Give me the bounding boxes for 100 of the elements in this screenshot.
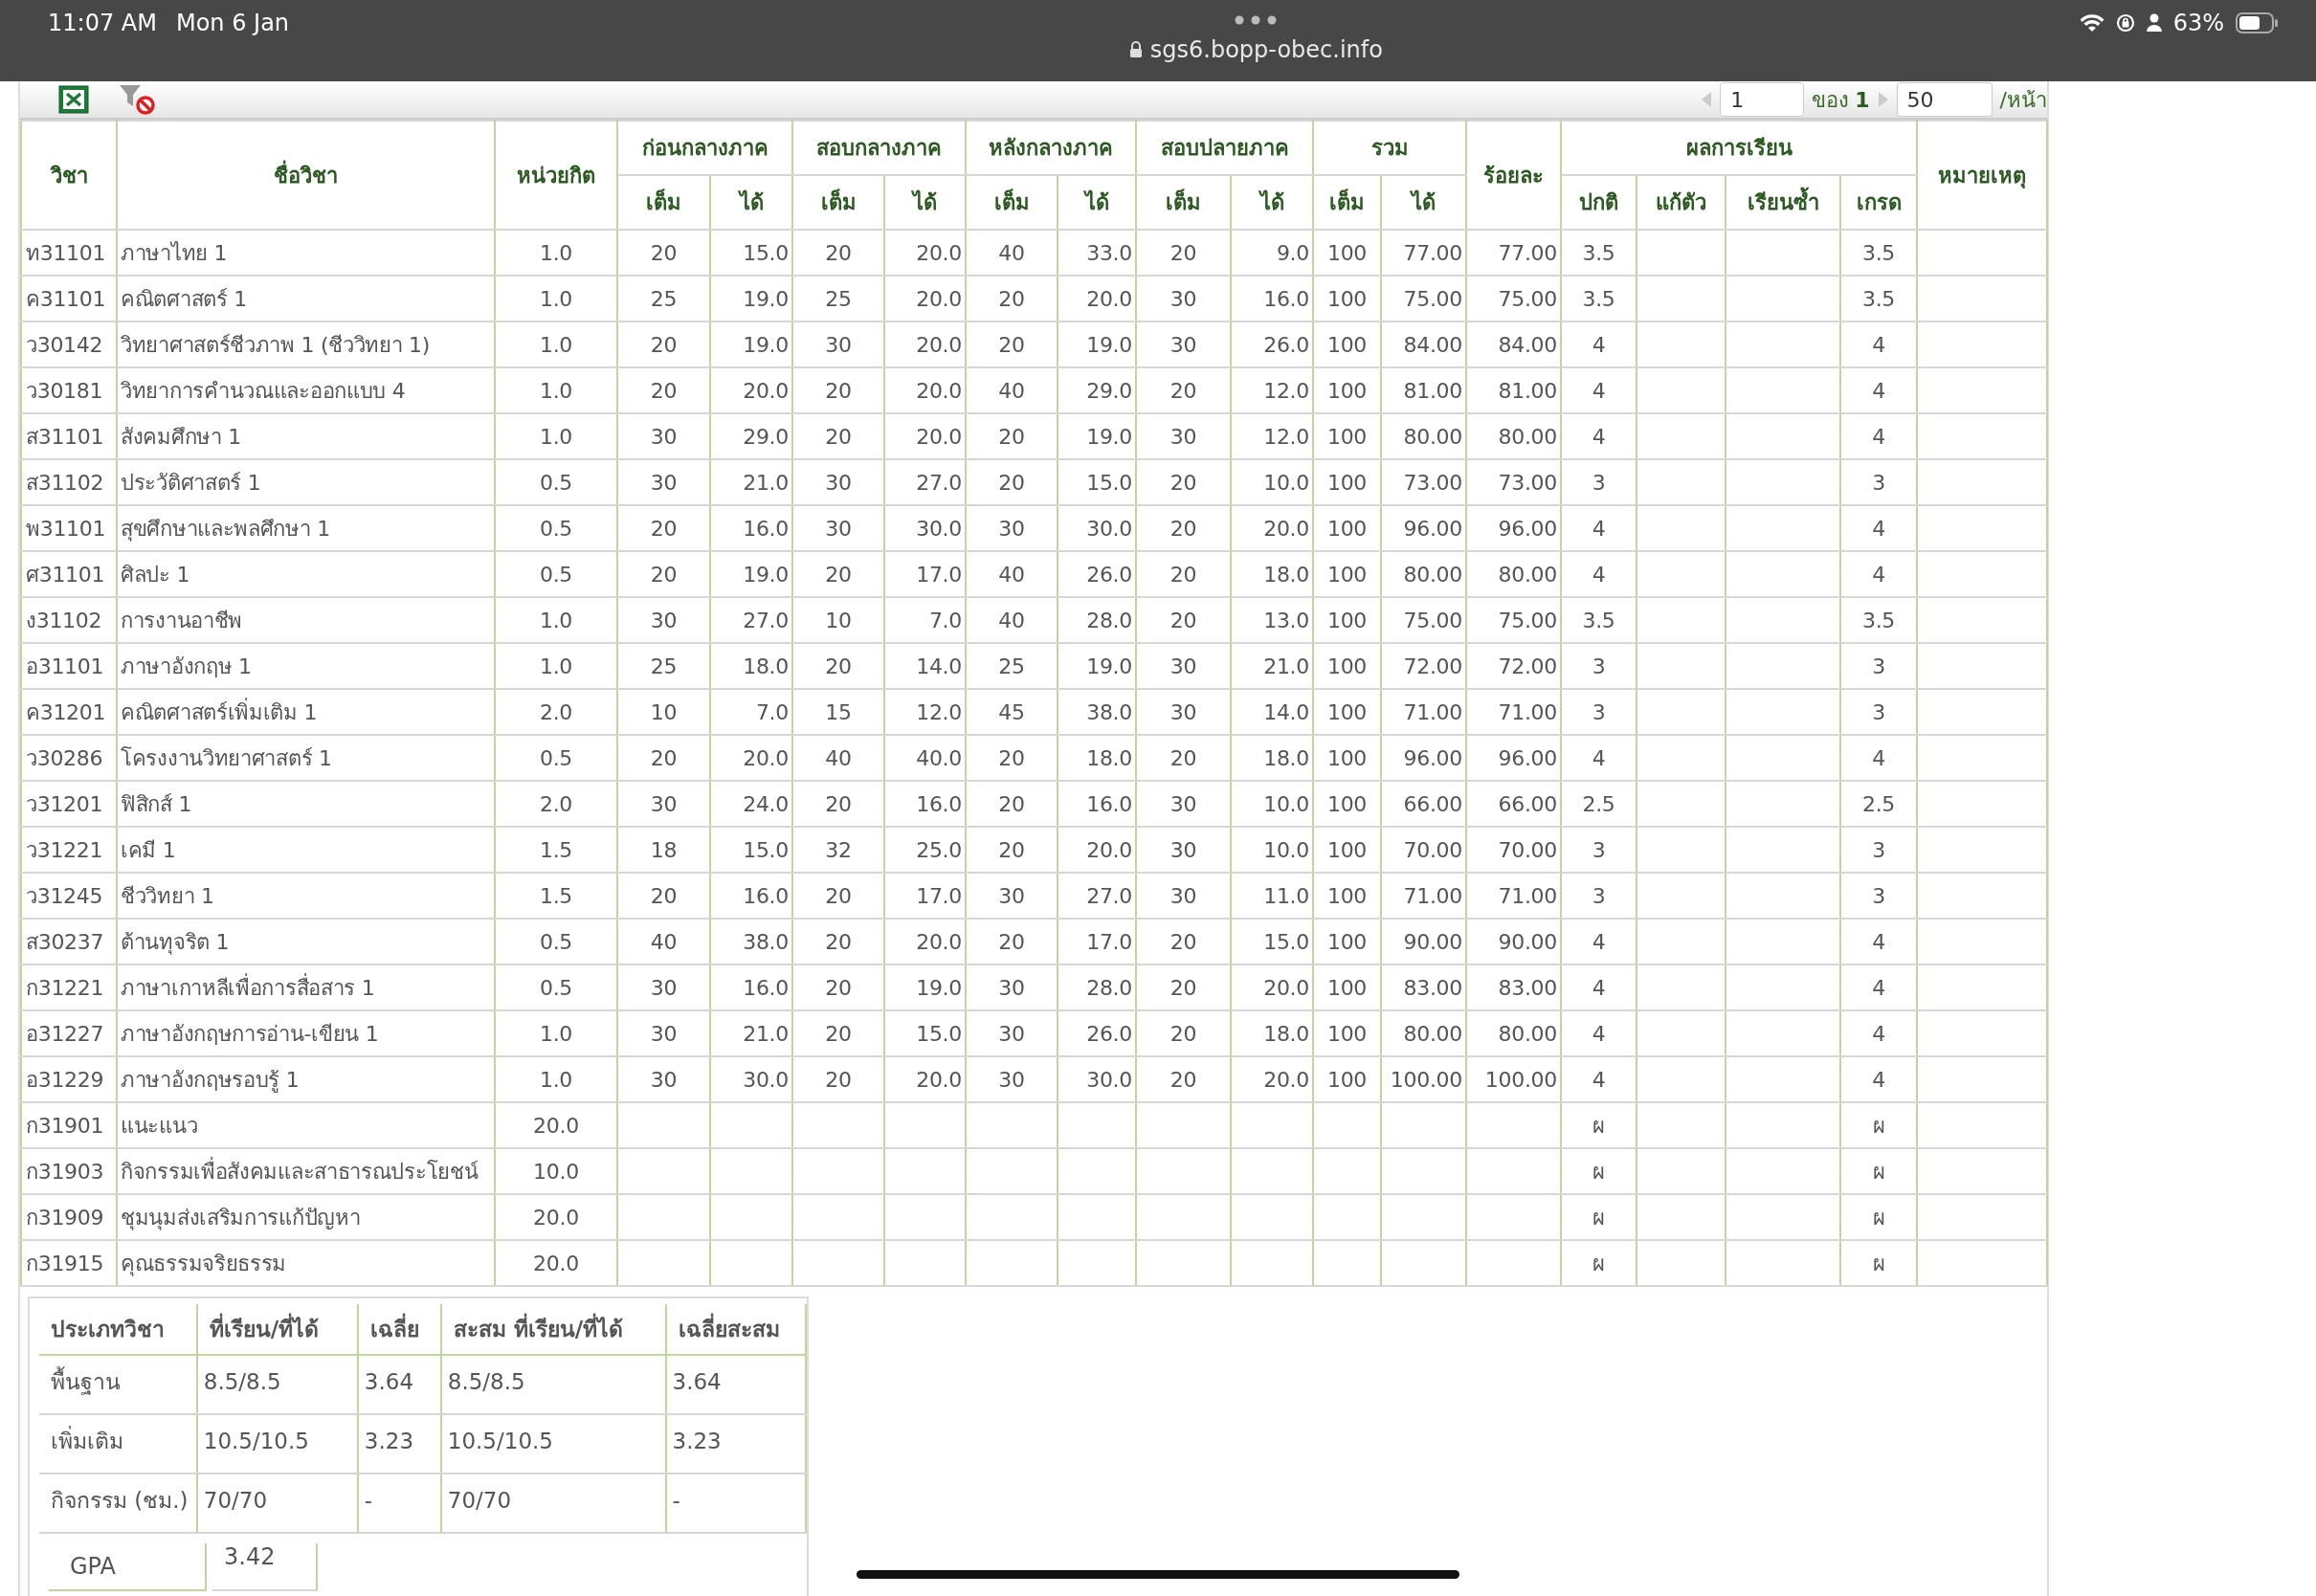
table-cell: 14.0: [884, 643, 966, 689]
table-cell: 10.5/10.5: [196, 1414, 358, 1474]
table-cell: ภาษาอังกฤษการอ่าน-เขียน 1: [117, 1010, 495, 1056]
table-cell: 3.5: [1840, 276, 1917, 321]
spreadsheet-icon[interactable]: [58, 85, 89, 114]
more-icon[interactable]: [1235, 15, 1278, 25]
table-cell: 26.0: [1058, 1010, 1136, 1056]
filter-clear-icon[interactable]: [118, 83, 156, 116]
table-cell: 28.0: [1058, 964, 1136, 1010]
table-cell: 100: [1313, 551, 1381, 597]
table-cell: 4: [1561, 735, 1637, 781]
table-cell: 100: [1313, 781, 1381, 827]
table-cell: 20.0: [710, 367, 792, 413]
table-cell: 40.0: [884, 735, 966, 781]
column-header: เฉลี่ย: [357, 1304, 441, 1355]
table-cell: 20: [966, 321, 1058, 367]
table-cell: 21.0: [710, 1010, 792, 1056]
table-cell: 15: [792, 689, 884, 735]
table-cell: 80.00: [1381, 551, 1466, 597]
table-cell: 4: [1561, 1056, 1637, 1102]
table-cell: 81.00: [1381, 367, 1466, 413]
table-cell: 20.0: [1058, 827, 1136, 873]
table-cell: 27.0: [884, 459, 966, 505]
table-cell: 19.0: [710, 551, 792, 597]
column-header: ได้: [884, 175, 966, 230]
table-cell: 25: [792, 276, 884, 321]
table-cell: ว30142: [21, 321, 117, 367]
table-cell: 4: [1561, 505, 1637, 551]
table-cell: 0.5: [495, 919, 617, 964]
table-cell: 77.00: [1466, 230, 1561, 276]
table-cell: ผ: [1561, 1240, 1637, 1286]
column-header: หมายเหตุ: [1917, 121, 2047, 230]
table-cell: 70/70: [440, 1474, 666, 1533]
table-cell: ภาษาอังกฤษ 1: [117, 643, 495, 689]
date-text: Mon 6 Jan: [175, 10, 290, 36]
column-header: ได้: [710, 175, 792, 230]
table-cell: พื้นฐาน: [39, 1355, 197, 1414]
per-page-field[interactable]: 50: [1896, 82, 1993, 117]
table-cell: 30: [617, 597, 710, 643]
table-cell: 30: [617, 964, 710, 1010]
table-cell: 100: [1313, 1010, 1381, 1056]
table-cell: 3: [1840, 827, 1917, 873]
table-cell: 32: [792, 827, 884, 873]
column-header: ชื่อวิชา: [117, 121, 495, 230]
column-header: เต็ม: [966, 175, 1058, 230]
table-cell: 3.5: [1561, 230, 1637, 276]
table-cell: 12.0: [1231, 367, 1313, 413]
table-cell: 27.0: [710, 597, 792, 643]
table-cell: 20: [966, 413, 1058, 459]
table-cell: ศ31101: [21, 551, 117, 597]
table-cell: 20: [617, 873, 710, 919]
table-cell: 26.0: [1058, 551, 1136, 597]
table-cell: 20: [1136, 505, 1231, 551]
table-cell: 33.0: [1058, 230, 1136, 276]
page-number-field[interactable]: 1: [1720, 82, 1805, 117]
table-cell: 30: [966, 1056, 1058, 1102]
table-cell: 4: [1840, 367, 1917, 413]
table-cell: ผ: [1840, 1148, 1917, 1194]
column-header: ปกติ: [1561, 175, 1637, 230]
table-cell: 30: [617, 1010, 710, 1056]
table-cell: 100.00: [1381, 1056, 1466, 1102]
table-cell: 20: [1136, 230, 1231, 276]
table-cell: 20.0: [1231, 964, 1313, 1010]
table-cell: 30: [1136, 781, 1231, 827]
column-group-header: รวม: [1313, 121, 1466, 175]
table-cell: 100: [1313, 964, 1381, 1010]
table-cell: วิทยาศาสตร์ชีวภาพ 1 (ชีววิทยา 1): [117, 321, 495, 367]
lock-icon: [1128, 41, 1143, 58]
table-cell: 30: [792, 459, 884, 505]
table-cell: ผ: [1561, 1148, 1637, 1194]
table-cell: 17.0: [884, 873, 966, 919]
table-cell: ว31245: [21, 873, 117, 919]
table-cell: 3.23: [357, 1414, 441, 1474]
per-page-label: /หน้า: [1999, 86, 2047, 114]
table-cell: 30: [617, 459, 710, 505]
column-header: เฉลี่ยสะสม: [665, 1304, 806, 1355]
url-text[interactable]: sgs6.bopp-obec.info: [1149, 36, 1383, 63]
table-cell: 8.5/8.5: [196, 1355, 358, 1414]
table-cell: 30: [1136, 413, 1231, 459]
table-cell: 16.0: [710, 505, 792, 551]
table-cell: สุขศึกษาและพลศึกษา 1: [117, 505, 495, 551]
table-cell: 20: [617, 230, 710, 276]
column-header: สะสม ที่เรียน/ที่ได้: [440, 1304, 666, 1355]
table-cell: ผ: [1840, 1194, 1917, 1240]
table-cell: 20: [1136, 459, 1231, 505]
table-cell: ผ: [1840, 1240, 1917, 1286]
table-cell: 75.00: [1381, 597, 1466, 643]
table-cell: 17.0: [884, 551, 966, 597]
table-cell: 8.5/8.5: [440, 1355, 666, 1414]
table-cell: 20.0: [884, 919, 966, 964]
table-cell: 11.0: [1231, 873, 1313, 919]
table-cell: ต้านทุจริต 1: [117, 919, 495, 964]
table-cell: 30: [1136, 276, 1231, 321]
table-cell: 30: [966, 964, 1058, 1010]
table-cell: 100: [1313, 367, 1381, 413]
table-cell: 25.0: [884, 827, 966, 873]
table-cell: อ31101: [21, 643, 117, 689]
table-cell: 20: [617, 551, 710, 597]
column-header: เรียนซ้ำ: [1726, 175, 1840, 230]
table-cell: 3.23: [665, 1414, 806, 1474]
